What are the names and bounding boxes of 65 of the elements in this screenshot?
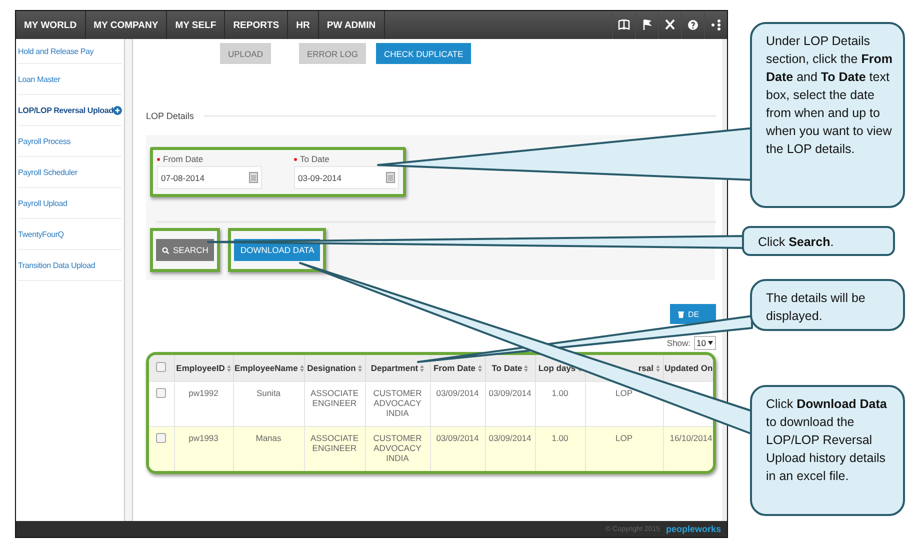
table-cell: 1.00 (552, 388, 568, 398)
date-field[interactable]: 03-09-2014 (294, 166, 399, 189)
sidebar-item[interactable]: Hold and Release Pay (18, 39, 122, 64)
scrollbar[interactable] (124, 39, 133, 521)
help-icon[interactable] (687, 19, 699, 31)
table-cell: ASSOCIATE ENGINEER (310, 433, 359, 453)
callout-text: Click Download Data to download the LOP/LOP Reversal Upload history details in an excel file. (750, 385, 905, 516)
callout-text: The details will be displayed. (750, 279, 905, 331)
table-cell: 1.00 (552, 433, 568, 443)
nav-menu-item[interactable]: MY SELF (167, 11, 226, 39)
table-cell: CUSTOMER ADVOCACY INDIA (373, 388, 422, 418)
row-checkbox[interactable] (156, 388, 166, 398)
sidebar-item[interactable]: Transition Data Upload (18, 250, 122, 281)
field-label: From Date (163, 154, 204, 164)
table-cell: CUSTOMER ADVOCACY INDIA (373, 433, 422, 463)
table-cell: 03/09/2014 (436, 433, 479, 443)
nav-menu-item[interactable]: MY WORLD (16, 11, 86, 39)
table-cell: ASSOCIATE ENGINEER (310, 388, 359, 408)
logo-text: peopleworks (666, 524, 721, 534)
nav-menu-item[interactable]: HR (288, 11, 319, 39)
sidebar-item[interactable]: Payroll Upload (18, 188, 122, 219)
search-button[interactable]: SEARCH (156, 239, 214, 261)
table-cell: 03/09/2014 (436, 388, 479, 398)
table-cell: 03/09/2014 (488, 433, 532, 443)
date-field[interactable]: 07-08-2014 (157, 166, 262, 189)
trash-icon[interactable] (678, 310, 684, 318)
sort-icon[interactable] (420, 364, 424, 372)
plus-circle-icon[interactable] (113, 106, 122, 114)
table-cell: LOP (615, 433, 632, 443)
row-checkbox[interactable] (156, 433, 166, 443)
table-cell: pw1993 (188, 433, 218, 443)
nav-menu-item[interactable]: REPORTS (225, 11, 288, 39)
page-size-dropdown[interactable]: 10 (694, 336, 716, 350)
sidebar-item[interactable]: Payroll Process (18, 126, 122, 157)
toolbar-button[interactable]: CHECK DUPLICATE (376, 43, 472, 64)
book-icon[interactable] (618, 19, 630, 31)
table-cell: 16/10/2014 (670, 433, 712, 443)
column-header[interactable]: rsal (638, 363, 654, 373)
show-label: Show: (666, 338, 691, 348)
sort-icon[interactable] (524, 364, 528, 372)
table-cell: pw1992 (188, 388, 218, 398)
sidebar-item[interactable]: Payroll Scheduler (18, 157, 122, 188)
sort-icon[interactable] (656, 364, 660, 372)
dropdown-caret-icon[interactable] (708, 341, 713, 345)
nav-menu-item[interactable]: PW ADMIN (318, 11, 385, 39)
delete-button[interactable]: DE (670, 304, 716, 324)
table-cell: LOP (615, 388, 632, 398)
sort-icon[interactable] (358, 364, 362, 372)
sidebar-item[interactable]: Loan Master (18, 64, 122, 95)
table-cell: 03/09/2014 (488, 388, 532, 398)
calendar-icon[interactable] (386, 172, 395, 183)
callout-text: Under LOP Details section, click the From Date and To Date text box, select the date from when and up to when you want to view the LOP details. (750, 22, 905, 208)
sort-icon[interactable] (226, 364, 231, 372)
sidebar-item[interactable]: TwentyFourQ (18, 219, 122, 250)
calendar-icon[interactable] (249, 172, 258, 183)
select-all-checkbox[interactable] (156, 362, 166, 372)
search-icon[interactable] (162, 246, 169, 254)
section-title: LOP Details (146, 111, 194, 121)
table-cell: Sunita (256, 388, 281, 398)
callout-text: Click Search. (742, 226, 895, 256)
flag-icon[interactable] (641, 19, 653, 31)
field-label: To Date (300, 154, 330, 164)
sidebar-item[interactable]: LOP/LOP Reversal Upload (18, 95, 122, 126)
table-cell: Manas (256, 433, 282, 443)
sort-icon[interactable] (478, 364, 482, 372)
